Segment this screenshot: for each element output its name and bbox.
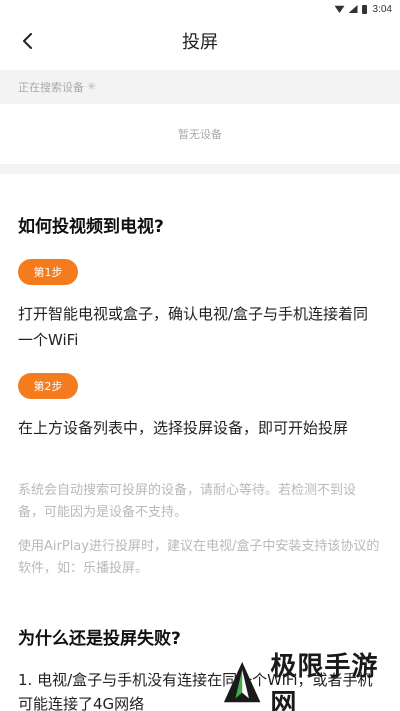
watermark-text: 极限手游网 — [270, 651, 379, 711]
note-auto-search: 系统会自动搜索可投屏的设备，请耐心等待。若检测不到设备，可能因为是设备不支持。 — [18, 483, 357, 520]
wifi-icon — [334, 5, 345, 13]
loading-spinner-icon — [87, 80, 98, 93]
searching-status-bar: 正在搜索设备 — [0, 70, 400, 104]
signal-icon — [348, 5, 358, 13]
empty-text: 暂无设备 — [178, 128, 222, 141]
status-bar: 3:04 — [0, 0, 400, 18]
guide-title: 如何投视频到电视? — [18, 217, 164, 237]
step-2-text: 在上方设备列表中，选择投屏设备，即可开始投屏 — [18, 419, 349, 437]
watermark: 极限手游网 — [222, 652, 400, 711]
chevron-left-icon — [23, 33, 32, 49]
watermark-logo-icon — [223, 661, 261, 702]
failure-title: 为什么还是投屏失败? — [18, 629, 181, 649]
page-title: 投屏 — [182, 32, 218, 53]
header: 投屏 — [0, 18, 400, 64]
status-time: 3:04 — [372, 3, 392, 15]
section-divider — [0, 164, 400, 174]
back-button[interactable] — [16, 29, 40, 53]
searching-text: 正在搜索设备 — [18, 81, 84, 94]
step-1-text: 打开智能电视或盒子，确认电视/盒子与手机连接着同一个WiFi — [18, 305, 369, 349]
note-airplay: 使用AirPlay进行投屏时，建议在电视/盒子中安装支持该协议的软件，如：乐播投… — [18, 539, 380, 576]
device-list-empty: 暂无设备 — [0, 104, 400, 164]
battery-icon — [361, 4, 367, 14]
step-1-badge: 第1步 — [18, 259, 78, 285]
step-2-badge: 第2步 — [18, 373, 78, 399]
